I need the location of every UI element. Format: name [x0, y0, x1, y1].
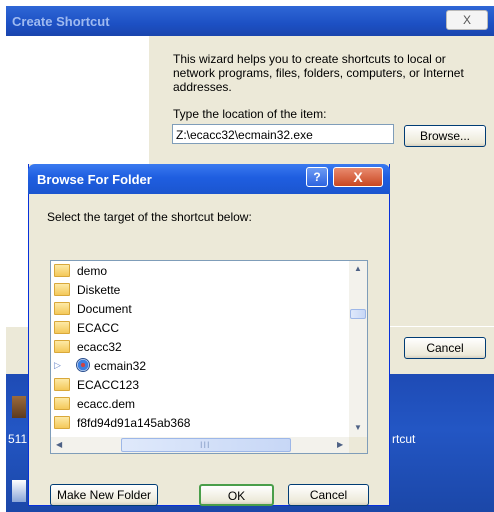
ok-button[interactable]: OK — [199, 484, 274, 506]
desktop-archive-icon[interactable] — [12, 396, 26, 418]
location-label: Type the location of the item: — [173, 107, 327, 121]
tree-item[interactable]: f8fd94d91a145ab368 — [51, 413, 349, 432]
expand-arrow-icon[interactable]: ▷ — [54, 360, 61, 371]
tree-item[interactable]: ECACC123 — [51, 375, 349, 394]
tree-item-label: f8fd94d91a145ab368 — [77, 416, 191, 430]
dialog-titlebar[interactable]: Browse For Folder ? X — [28, 164, 390, 194]
horizontal-scrollbar[interactable]: ◀ III ▶ — [51, 437, 349, 453]
wizard-description: This wizard helps you to create shortcut… — [173, 52, 464, 94]
tree-item-label: Diskette — [77, 283, 121, 297]
tree-item[interactable]: ecacc.dem — [51, 394, 349, 413]
desktop-icon-label: 511 — [8, 432, 28, 446]
browse-for-folder-dialog: Browse For Folder ? X Select the target … — [28, 164, 390, 506]
tree-item[interactable]: ECACC — [51, 318, 349, 337]
create-shortcut-title: Create Shortcut — [12, 14, 110, 29]
help-button[interactable]: ? — [306, 167, 328, 187]
scroll-left-icon[interactable]: ◀ — [56, 440, 62, 449]
tree-item-label: Document — [77, 302, 132, 316]
tree-item-label: ECACC — [77, 321, 120, 335]
folder-icon — [54, 302, 70, 315]
location-input[interactable]: Z:\ecacc32\ecmain32.exe — [172, 124, 394, 144]
folder-tree[interactable]: demo Diskette Document ECACC ecacc32 ▷ e… — [50, 260, 368, 454]
tree-item-label: ecacc.dem — [77, 397, 136, 411]
dialog-close-button[interactable]: X — [333, 167, 383, 187]
vertical-scrollbar[interactable]: ▲ ▼ — [349, 261, 367, 437]
tree-item[interactable]: demo — [51, 261, 349, 280]
scrollbar-corner — [349, 437, 367, 453]
folder-icon — [54, 283, 70, 296]
folder-tree-rows: demo Diskette Document ECACC ecacc32 ▷ e… — [51, 261, 349, 437]
desktop-app-icon[interactable] — [12, 480, 26, 502]
tree-item[interactable]: ecacc32 — [51, 337, 349, 356]
folder-icon — [54, 416, 70, 429]
wizard-cancel-button[interactable]: Cancel — [404, 337, 486, 359]
dialog-title: Browse For Folder — [37, 172, 152, 187]
create-shortcut-titlebar: Create Shortcut X — [6, 6, 494, 36]
scroll-down-icon[interactable]: ▼ — [354, 423, 362, 432]
make-new-folder-button[interactable]: Make New Folder — [50, 484, 158, 506]
tree-item-label: ecmain32 — [94, 359, 147, 373]
create-shortcut-close-button[interactable]: X — [446, 10, 488, 30]
folder-icon — [54, 397, 70, 410]
browse-button[interactable]: Browse... — [404, 125, 486, 147]
folder-icon — [54, 264, 70, 277]
vertical-scroll-thumb[interactable] — [350, 309, 366, 319]
folder-icon — [54, 378, 70, 391]
dialog-instruction: Select the target of the shortcut below: — [47, 210, 252, 224]
disc-icon — [76, 358, 90, 372]
folder-icon — [54, 321, 70, 334]
horizontal-scroll-thumb[interactable]: III — [121, 438, 291, 452]
cancel-button[interactable]: Cancel — [288, 484, 369, 506]
tree-item-label: ECACC123 — [77, 378, 140, 392]
tree-item[interactable]: Diskette — [51, 280, 349, 299]
scroll-right-icon[interactable]: ▶ — [337, 440, 343, 449]
tree-item-label: ecacc32 — [77, 340, 122, 354]
desktop-shortcut-label: rtcut — [392, 432, 416, 446]
folder-icon — [54, 340, 70, 353]
tree-item-label: demo — [77, 264, 108, 278]
scroll-up-icon[interactable]: ▲ — [354, 264, 362, 273]
tree-item[interactable]: Document — [51, 299, 349, 318]
scroll-grip-icon: III — [200, 440, 211, 450]
tree-item-selected[interactable]: ▷ ecmain32 — [51, 356, 349, 375]
